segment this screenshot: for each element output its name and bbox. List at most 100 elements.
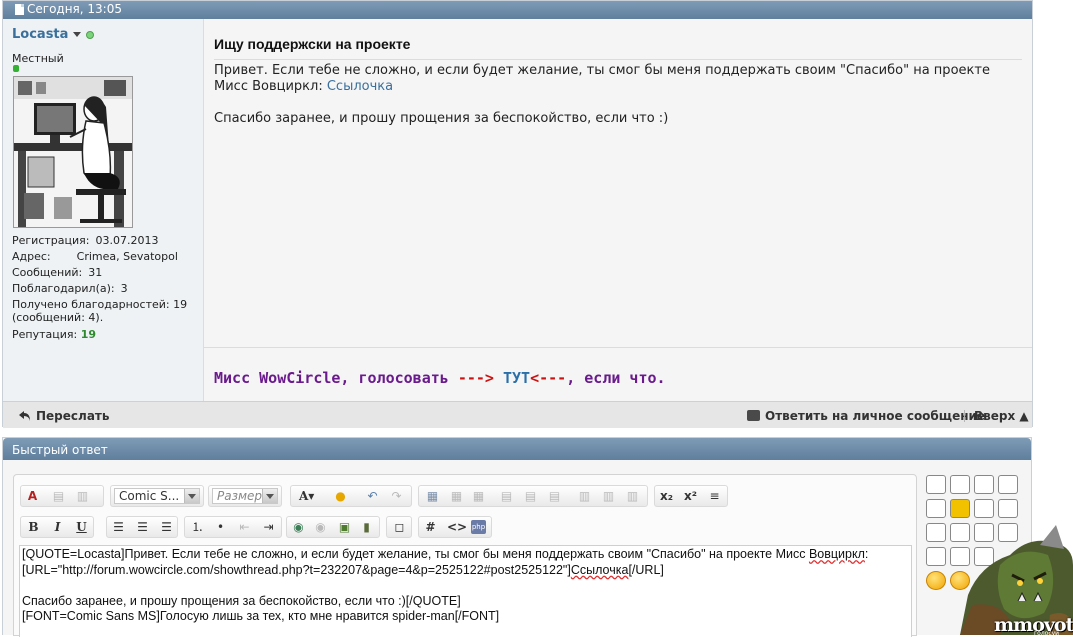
chevron-down-icon[interactable] [73, 32, 82, 37]
col-after-icon[interactable]: ▥ [601, 489, 616, 503]
speech-bubble-icon [747, 410, 760, 421]
post-body-text: Мисс Вовциркл: [214, 79, 327, 94]
signature-link[interactable]: ТУТ [503, 369, 530, 387]
outdent-icon[interactable]: ⇤ [237, 520, 252, 534]
italic-icon[interactable]: I [50, 520, 65, 534]
signature-text: Мисс WowCircle, голосовать [214, 369, 458, 387]
messages-value: 31 [88, 266, 103, 279]
avatar[interactable] [13, 76, 133, 228]
subscript-icon[interactable]: x₂ [659, 489, 674, 503]
cut-icon[interactable]: ▤ [51, 489, 66, 503]
username-menu[interactable]: Locasta [12, 27, 95, 42]
row-after-icon[interactable]: ▤ [523, 489, 538, 503]
ordered-list-icon[interactable]: ⒈ [190, 520, 205, 534]
smiley-icon[interactable] [974, 499, 994, 518]
paste-icon[interactable]: ▥ [75, 489, 90, 503]
thanked-label: Поблагодарил(а): [12, 282, 115, 295]
size-select-value: Размер [217, 489, 263, 503]
remove-format-icon[interactable]: A [25, 489, 40, 503]
toolbar-group-code: # <> php [418, 516, 492, 538]
forward-arrow-icon [19, 411, 30, 421]
chevron-down-icon[interactable] [262, 489, 277, 503]
indent-icon[interactable]: ⇥ [261, 520, 276, 534]
size-select[interactable]: Размер [212, 488, 278, 504]
link-icon[interactable]: ◉ [291, 520, 306, 534]
warning-smiley-icon[interactable] [950, 499, 970, 518]
forward-button[interactable]: Переслать [19, 409, 109, 423]
unordered-list-icon[interactable]: • [213, 520, 228, 534]
post-footer: Переслать Ответить на личное сообщение В… [3, 401, 1032, 428]
php-icon[interactable]: php [471, 520, 486, 534]
reply-pm-button[interactable]: Ответить на личное сообщение [747, 409, 985, 423]
undo-icon[interactable]: ↶ [365, 489, 380, 503]
signature-space [494, 369, 503, 387]
smiley-icon[interactable] [998, 475, 1018, 494]
superscript-icon[interactable]: x² [683, 489, 698, 503]
received-thanks: Получено благодарностей: 19 (сообщений: … [12, 298, 188, 324]
quick-reply: Быстрый ответ A ▤ ▥ Comic S... Размер A▾… [2, 437, 1032, 637]
font-select[interactable]: Comic S... [114, 488, 200, 504]
toolbar-group-script: x₂ x² ≡ [654, 485, 728, 507]
smiley-icon[interactable] [926, 547, 946, 566]
bold-icon[interactable]: B [26, 520, 41, 534]
toolbar-group-size: Размер [208, 485, 282, 507]
smiley-icon[interactable] [974, 475, 994, 494]
image-icon[interactable]: ▣ [337, 520, 352, 534]
redo-icon[interactable]: ↷ [389, 489, 404, 503]
forward-label: Переслать [36, 409, 110, 423]
signature: Мисс WowCircle, голосовать ---> ТУТ<---,… [214, 369, 666, 387]
video-icon[interactable]: ▮ [359, 520, 374, 534]
smiley-icon[interactable] [926, 499, 946, 518]
textarea-line: Спасибо заранее, и прошу прощения за бес… [22, 593, 461, 608]
reputation-value: 19 [80, 328, 97, 341]
code-icon[interactable]: <> [447, 520, 467, 534]
forum-post: Сегодня, 13:05 Locasta Местный Регистрац… [2, 0, 1033, 428]
align-right-icon[interactable]: ☰ [159, 520, 174, 534]
unlink-icon[interactable]: ◉ [313, 520, 328, 534]
signature-arrow: <--- [530, 369, 567, 387]
toolbar-group-color: A▾ ● ↶ ↷ [290, 485, 412, 507]
col-delete-icon[interactable]: ▥ [625, 489, 640, 503]
underline-icon[interactable]: U [74, 520, 89, 534]
col-before-icon[interactable]: ▥ [577, 489, 592, 503]
text-color-icon[interactable]: A▾ [299, 489, 314, 503]
user-info-panel: Locasta Местный Регистрация: 03.07.2013 … [3, 19, 204, 401]
smiley-icon[interactable] [950, 475, 970, 494]
textarea-line: : [864, 547, 869, 561]
smiley-icon[interactable] [998, 499, 1018, 518]
message-area: Ищу поддержски на проекте Привет. Если т… [204, 19, 1032, 401]
hash-icon[interactable]: # [423, 520, 438, 534]
user-title: Местный [12, 52, 64, 65]
chevron-down-icon[interactable] [184, 489, 199, 503]
row-insert-icon[interactable]: ▤ [499, 489, 514, 503]
toolbar-group-font: Comic S... [110, 485, 204, 507]
post-link[interactable]: Ссылочка [327, 79, 393, 94]
quote-icon[interactable]: ◻ [392, 520, 407, 534]
mmovote-subtext: голосуй [1034, 630, 1060, 637]
textarea-line: [FONT=Comic Sans MS]Голосую лишь за тех,… [22, 609, 500, 623]
document-icon [15, 4, 24, 15]
align-center-icon[interactable]: ☰ [135, 520, 150, 534]
row-delete-icon[interactable]: ▤ [547, 489, 562, 503]
user-stats: Регистрация: 03.07.2013 Адрес: Crimea, Sev… [12, 233, 202, 343]
smiley-icon[interactable] [926, 523, 946, 542]
table-props-icon[interactable]: ▦ [449, 489, 464, 503]
textarea-line: [/URL] [628, 562, 664, 577]
smiley-icon[interactable] [926, 571, 946, 590]
smiley-icon[interactable] [926, 475, 946, 494]
table-delete-icon[interactable]: ▦ [471, 489, 486, 503]
post-body-line: Привет. Если тебе не сложно, и если буде… [214, 63, 990, 78]
message-textarea[interactable]: [QUOTE=Locasta]Привет. Если тебе не слож… [19, 545, 912, 637]
align-left-icon[interactable]: ☰ [111, 520, 126, 534]
editor: A ▤ ▥ Comic S... Размер A▾ ● ↶ ↷ ▦ ▦ ▦ ▤… [13, 474, 917, 637]
smiley-icon[interactable]: ● [333, 489, 348, 503]
horizontal-rule-icon[interactable]: ≡ [707, 489, 722, 503]
reply-pm-label: Ответить на личное сообщение [765, 409, 986, 423]
signature-arrow: ---> [457, 369, 494, 387]
toolbar-group-clipboard: A ▤ ▥ [20, 485, 104, 507]
table-icon[interactable]: ▦ [425, 489, 440, 503]
signature-text: , если что. [566, 369, 666, 387]
back-to-top-link[interactable]: Вверх ▲ [974, 409, 1029, 423]
textarea-line: [URL="http://forum.wowcircle.com/showthr… [22, 562, 571, 577]
username[interactable]: Locasta [12, 27, 68, 42]
